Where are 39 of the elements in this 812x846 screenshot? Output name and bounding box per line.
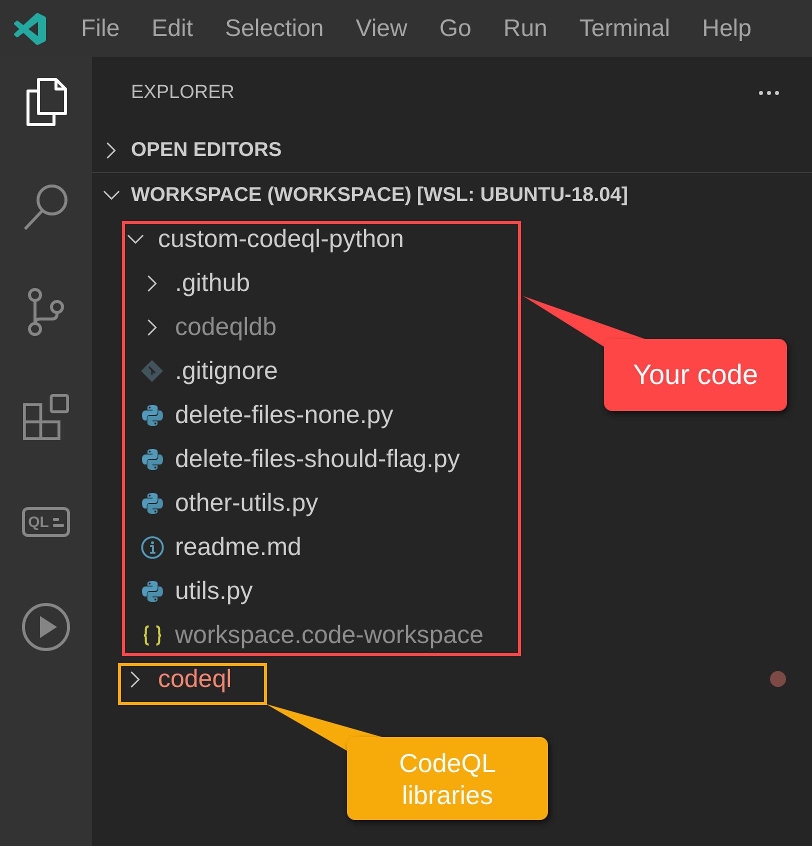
menu-item[interactable]: Run [487,16,564,40]
menu-item[interactable]: Go [423,16,488,40]
status-dot-icon [770,671,786,687]
tree-item[interactable]: delete-files-should-flag.py [139,446,460,472]
tree-item[interactable]: .gitignore [139,358,278,384]
python-file-icon [142,448,162,470]
more-icon[interactable] [759,90,779,94]
section-header[interactable]: WORKSPACE (WORKSPACE) [WSL: UBUNTU-18.04] [100,185,628,205]
sidebar-title: EXPLORER [131,83,234,102]
branch-icon[interactable] [27,288,65,336]
play-icon[interactable] [22,603,70,651]
files-icon[interactable] [25,78,67,126]
menu-item[interactable]: Help [686,16,768,40]
menu-item[interactable]: Terminal [563,16,686,40]
tree-item[interactable]: workspace.code-workspace [139,622,484,648]
tree-item[interactable]: delete-files-none.py [139,402,394,428]
tree-item[interactable]: utils.py [139,578,253,604]
menu-item[interactable]: Edit [136,16,210,40]
callout-bubble: CodeQL libraries [347,737,548,820]
squares-icon[interactable] [23,393,69,441]
ql-icon[interactable]: QL [22,507,70,537]
braces-icon [142,624,162,646]
search-icon[interactable] [23,183,69,231]
section-header[interactable]: OPEN EDITORS [100,140,282,160]
python-file-icon [142,492,162,514]
tree-item[interactable]: codeql [122,666,232,692]
tree-item[interactable]: custom-codeql-python [122,226,404,252]
tree-item[interactable]: readme.md [139,534,302,560]
tree-item[interactable]: .github [139,270,250,296]
logo-icon [14,12,46,44]
menu-item[interactable]: View [340,16,424,40]
tree-item[interactable]: other-utils.py [139,490,318,516]
python-file-icon [142,404,162,426]
diamond-file-icon [141,360,163,382]
python-file-icon [142,580,162,602]
menu-item[interactable]: Selection [209,16,340,40]
tree-item[interactable]: codeqldb [139,314,276,340]
menu-item[interactable]: File [65,16,136,40]
info-icon [140,536,164,558]
